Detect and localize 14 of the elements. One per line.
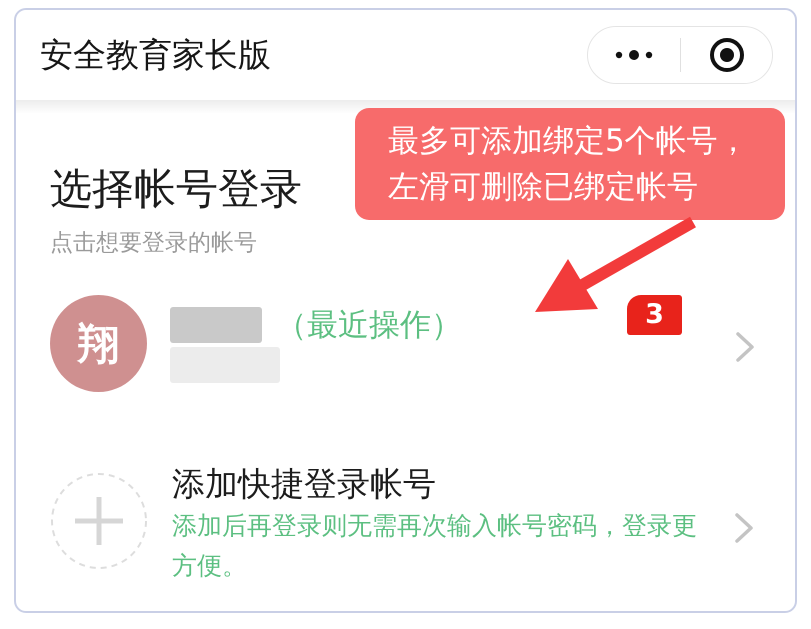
callout-text: 左滑可删除已绑定帐号 <box>388 168 698 207</box>
unread-count-badge: 3 <box>627 295 682 335</box>
more-icon <box>615 49 653 61</box>
page-heading: 选择帐号登录 <box>50 164 302 214</box>
add-account-title: 添加快捷登录帐号 <box>172 463 436 505</box>
app-title: 安全教育家长版 <box>40 35 271 75</box>
recent-tag: （最近操作） <box>276 304 462 344</box>
chevron-right-icon <box>735 330 755 362</box>
add-account-description: 添加后再登录则无需再次输入帐号密码，登录更方便。 <box>172 510 698 582</box>
page-hint: 点击想要登录的帐号 <box>50 229 257 258</box>
circle-dot-icon <box>708 37 744 73</box>
avatar-initial: 翔 <box>50 295 147 392</box>
chevron-right-icon <box>734 512 754 544</box>
callout-text: 最多可添加绑定5个帐号， <box>388 122 749 161</box>
